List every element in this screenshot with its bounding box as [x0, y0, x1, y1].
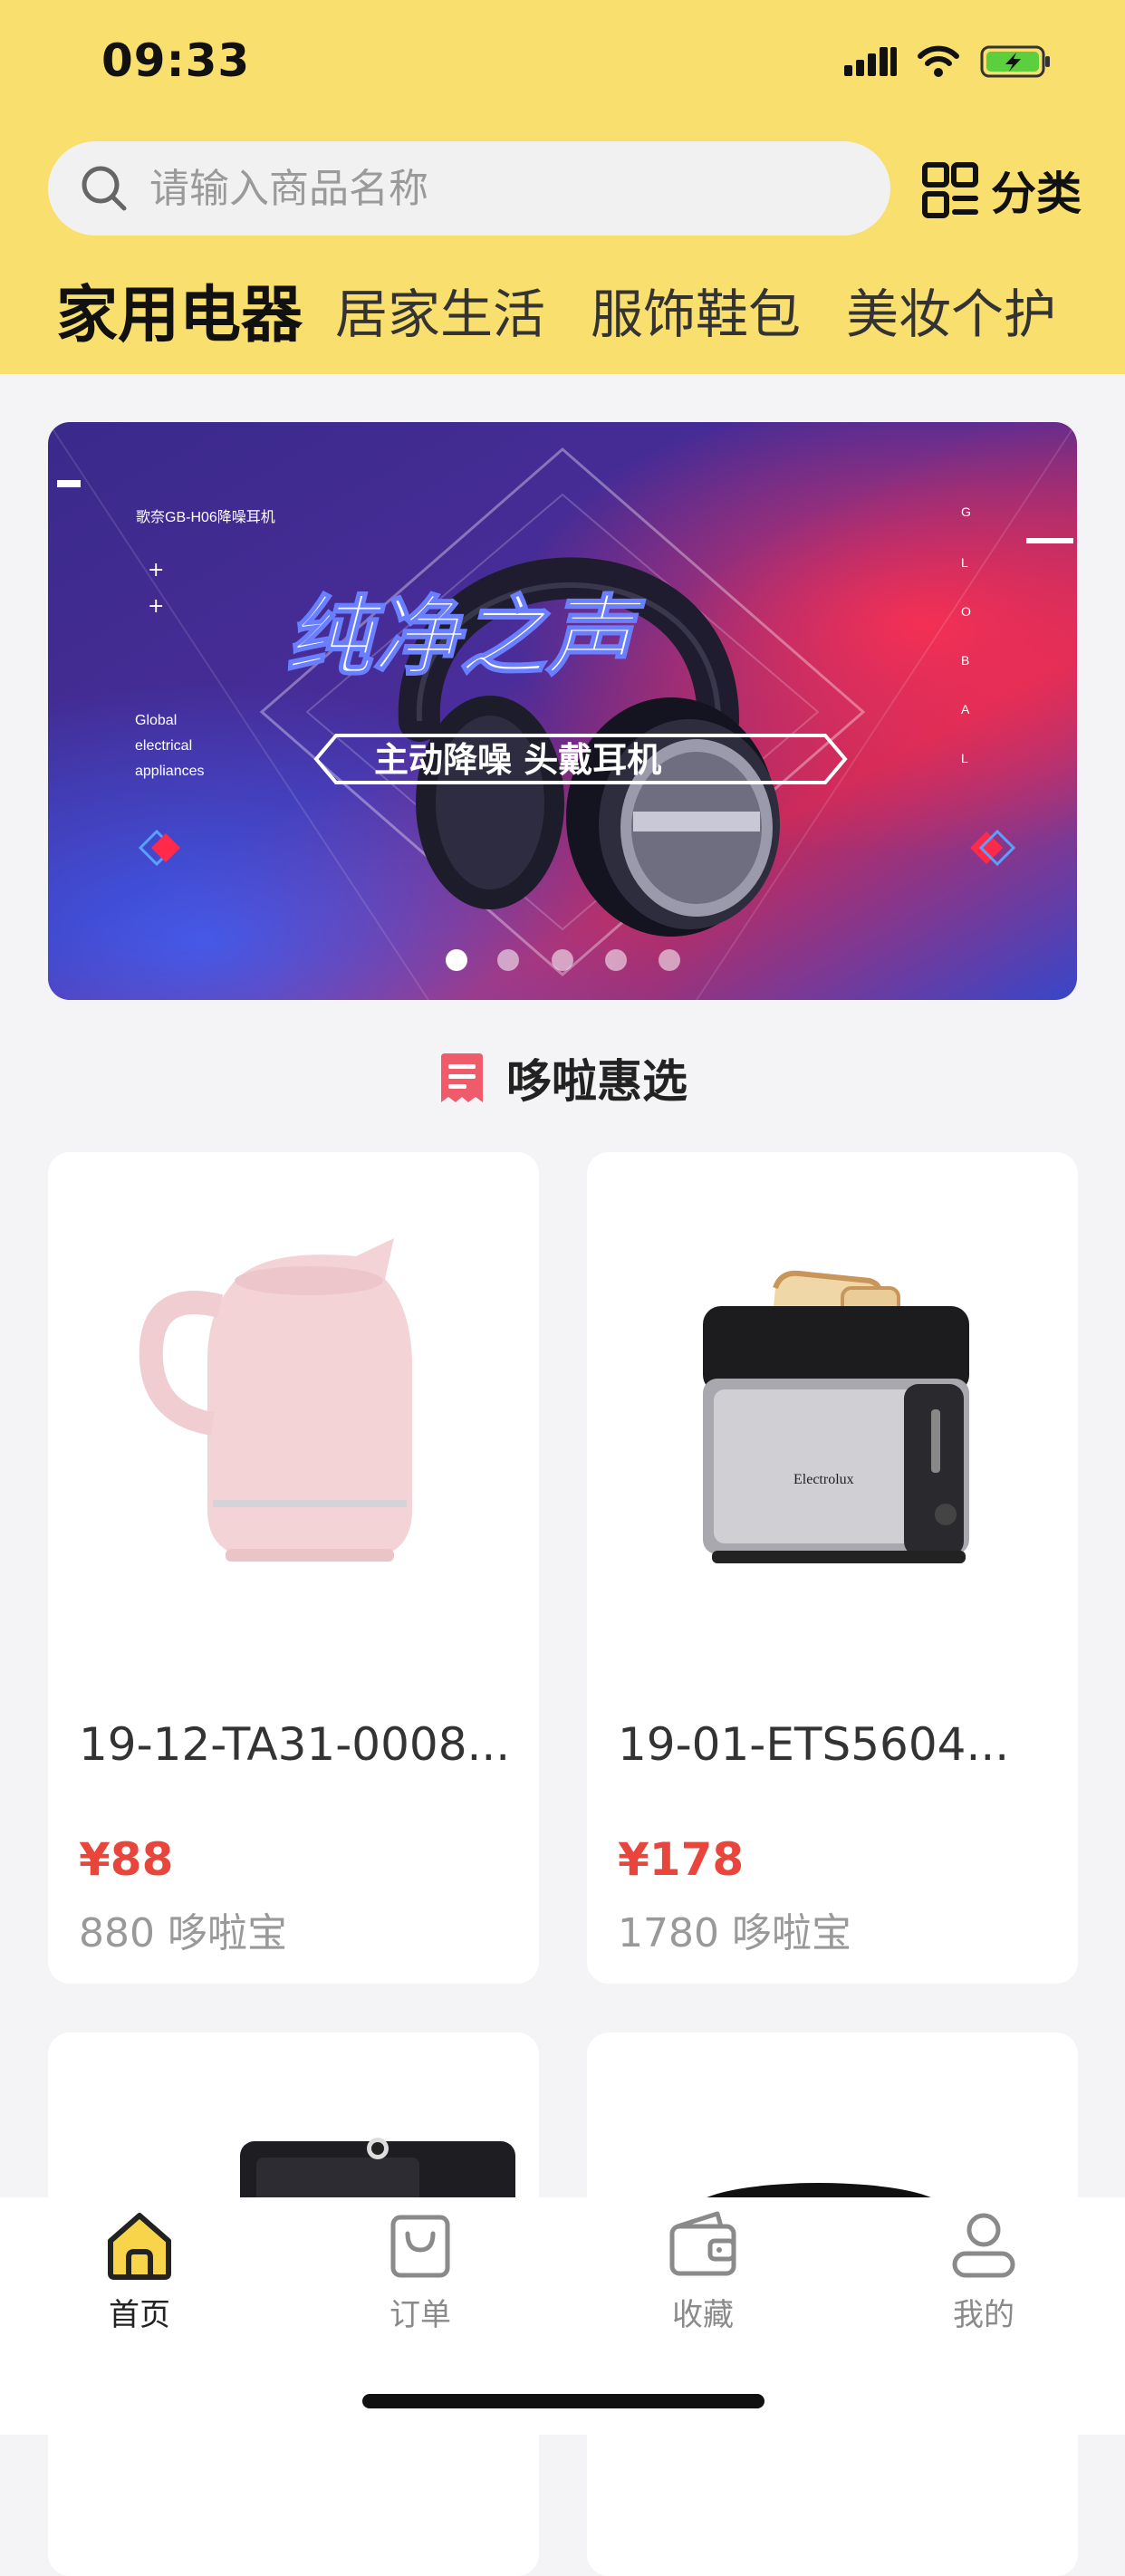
bag-icon: [390, 2215, 450, 2278]
tab-favorites[interactable]: 收藏: [612, 2206, 793, 2334]
promo-banner[interactable]: 歌奈GB-H06降噪耳机 + + Global electrical appli…: [48, 422, 1077, 1000]
product-points: 880 哆啦宝: [79, 1910, 287, 1956]
svg-text:L: L: [961, 751, 968, 765]
home-icon: [108, 2213, 171, 2280]
category-label: 分类: [991, 168, 1082, 220]
home-indicator: [362, 2394, 764, 2408]
tab-home[interactable]: 首页: [49, 2206, 230, 2334]
user-icon: [952, 2213, 1015, 2278]
product-image-toaster: Electrolux: [587, 1152, 1078, 1659]
tab-profile[interactable]: 我的: [893, 2206, 1074, 2334]
tab-home-appliances[interactable]: 家用电器: [56, 264, 303, 354]
product-points: 1780 哆啦宝: [618, 1910, 851, 1956]
svg-text:A: A: [961, 702, 970, 716]
status-bar: 09:33: [0, 0, 1125, 127]
tab-orders[interactable]: 订单: [330, 2206, 511, 2334]
category-tabs: 家用电器 居家生活 服饰鞋包 美妆个护: [0, 272, 1125, 362]
svg-text:B: B: [961, 653, 969, 668]
tab-profile-label: 我的: [953, 2297, 1014, 2333]
product-card[interactable]: 19-12-TA31-0008... ¥88 880 哆啦宝: [48, 1152, 539, 1984]
category-button[interactable]: 分类: [922, 154, 1082, 226]
banner-brand-caption: 歌奈GB-H06降噪耳机: [136, 509, 275, 525]
status-icons: [844, 43, 1053, 80]
product-name: 19-01-ETS5604...: [618, 1718, 1010, 1771]
product-price: ¥178: [618, 1833, 745, 1886]
header: 09:33 请输入商品名称 分类 家用电器 居家生活 服饰鞋包 美妆个护: [0, 0, 1125, 374]
svg-text:O: O: [961, 604, 971, 619]
banner-side-text-2: electrical: [135, 738, 192, 754]
product-name: 19-12-TA31-0008...: [79, 1718, 511, 1771]
svg-text:+: +: [148, 559, 164, 582]
receipt-icon: [441, 1053, 483, 1102]
banner-headline: 纯净之声: [285, 586, 646, 687]
product-image-pink-kettle: [48, 1152, 539, 1659]
status-time: 09:33: [101, 34, 251, 87]
svg-text:G: G: [961, 505, 971, 519]
tab-apparel-bags[interactable]: 服饰鞋包: [591, 272, 801, 348]
wallet-icon: [669, 2211, 736, 2276]
search-bar[interactable]: [48, 141, 890, 235]
banner-subline: 主动降噪 头戴耳机: [374, 740, 661, 780]
tab-orders-label: 订单: [389, 2297, 451, 2333]
tab-beauty-care[interactable]: 美妆个护: [846, 272, 1056, 348]
search-input[interactable]: [148, 164, 840, 213]
section-header: 哆啦惠选: [0, 1042, 1125, 1114]
tab-home-label: 首页: [109, 2297, 170, 2333]
banner-artwork: 歌奈GB-H06降噪耳机 + + Global electrical appli…: [48, 422, 1077, 1000]
svg-text:Electrolux: Electrolux: [793, 1472, 854, 1487]
wifi-icon: [918, 45, 959, 77]
svg-text:+: +: [148, 595, 164, 618]
product-price: ¥88: [79, 1833, 174, 1886]
banner-side-text-3: appliances: [135, 764, 205, 779]
section-title: 哆啦惠选: [506, 1055, 688, 1108]
search-icon: [82, 166, 127, 211]
tab-home-living[interactable]: 居家生活: [335, 272, 545, 348]
signal-icon: [844, 47, 897, 76]
category-grid-icon: [922, 162, 978, 218]
svg-text:L: L: [961, 555, 968, 570]
tab-favorites-label: 收藏: [672, 2297, 734, 2333]
banner-side-text-1: Global: [135, 713, 177, 728]
product-card[interactable]: Electrolux 19-01-ETS5604... ¥178 1780 哆啦…: [587, 1152, 1078, 1984]
battery-icon: [980, 45, 1050, 78]
